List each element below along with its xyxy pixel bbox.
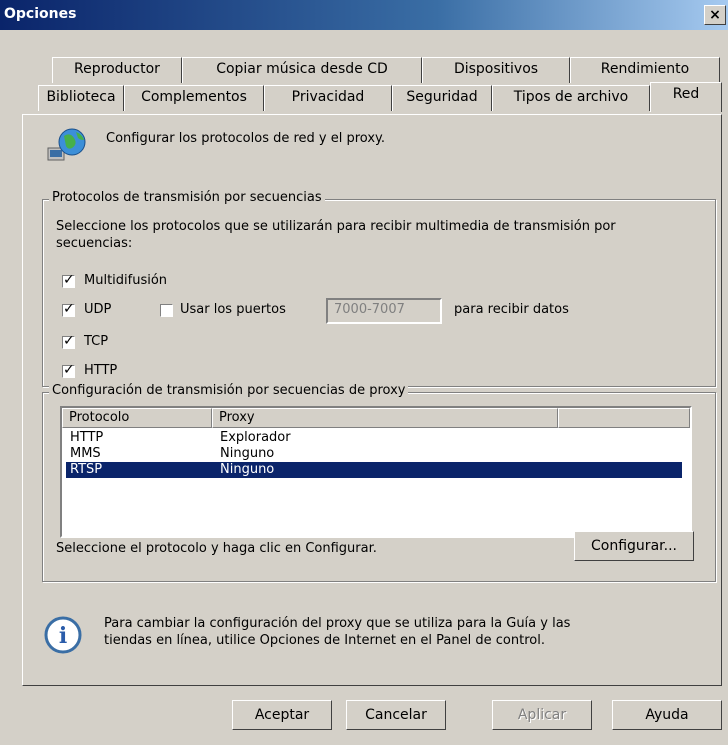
row-protocol: HTTP: [70, 430, 104, 445]
column-header-proxy[interactable]: Proxy: [212, 408, 558, 428]
streaming-description: Seleccione los protocolos que se utiliza…: [56, 219, 616, 251]
tab-complementos[interactable]: Complementos: [124, 85, 264, 111]
check-icon: ✓: [63, 333, 75, 349]
tab-label: Rendimiento: [600, 61, 690, 77]
info-icon: i: [44, 616, 82, 654]
tab-label: Complementos: [141, 89, 247, 105]
ports-input[interactable]: 7000-7007: [326, 298, 442, 324]
title-bar[interactable]: Opciones ×: [0, 0, 728, 30]
tab-tipos-de-archivo[interactable]: Tipos de archivo: [492, 85, 650, 111]
close-button[interactable]: ×: [704, 5, 726, 25]
tab-label: Seguridad: [406, 89, 478, 105]
tab-label: Copiar música desde CD: [216, 61, 388, 77]
tab-biblioteca[interactable]: Biblioteca: [38, 85, 124, 111]
window-title: Opciones: [4, 6, 77, 22]
streaming-legend: Protocolos de transmisión por secuencias: [49, 190, 325, 205]
tab-label: Biblioteca: [46, 89, 116, 105]
tab-copiar-musica[interactable]: Copiar música desde CD: [182, 57, 422, 83]
tab-rendimiento[interactable]: Rendimiento: [570, 57, 720, 83]
use-ports-checkbox[interactable]: [160, 304, 173, 317]
udp-checkbox[interactable]: ✓: [62, 301, 75, 317]
tab-privacidad[interactable]: Privacidad: [264, 85, 392, 111]
close-icon: ×: [709, 7, 721, 23]
list-row-mms[interactable]: MMS Ninguno: [66, 446, 682, 462]
proxy-hint: Seleccione el protocolo y haga clic en C…: [56, 541, 377, 556]
tab-label: Dispositivos: [453, 61, 539, 77]
tab-dispositivos[interactable]: Dispositivos: [422, 57, 570, 83]
tab-red[interactable]: Red: [650, 82, 722, 112]
ok-button[interactable]: Aceptar: [232, 700, 332, 730]
configure-button[interactable]: Configurar...: [574, 531, 694, 561]
list-row-http[interactable]: HTTP Explorador: [66, 430, 682, 446]
multidifusion-label: Multidifusión: [84, 273, 168, 288]
info-text: Para cambiar la configuración del proxy …: [104, 616, 571, 648]
tab-label: Red: [672, 86, 700, 102]
udp-label: UDP: [84, 302, 112, 317]
tab-label: Reproductor: [74, 61, 160, 77]
row-protocol: RTSP: [70, 462, 103, 477]
tcp-label: TCP: [84, 334, 109, 349]
apply-button[interactable]: Aplicar: [492, 700, 592, 730]
row-protocol: MMS: [70, 446, 101, 461]
info-glyph: i: [59, 623, 67, 649]
cancel-button[interactable]: Cancelar: [346, 700, 446, 730]
network-globe-icon: [47, 128, 86, 161]
check-icon: ✓: [63, 272, 75, 288]
header-text: Configurar los protocolos de red y el pr…: [106, 131, 386, 146]
check-icon: ✓: [63, 301, 75, 317]
tab-reproductor[interactable]: Reproductor: [52, 57, 182, 83]
help-button[interactable]: Ayuda: [612, 700, 722, 730]
column-header-empty: [558, 408, 690, 428]
multidifusion-checkbox[interactable]: ✓: [62, 272, 75, 288]
tab-label: Privacidad: [291, 89, 365, 105]
proxy-list[interactable]: Protocolo Proxy HTTP Explorador MMS Ning…: [60, 406, 692, 538]
row-proxy: Ninguno: [220, 462, 275, 477]
row-proxy: Explorador: [220, 430, 291, 445]
list-row-rtsp[interactable]: RTSP Ninguno: [65, 461, 683, 479]
row-proxy: Ninguno: [220, 446, 275, 461]
tab-seguridad[interactable]: Seguridad: [392, 85, 492, 111]
http-checkbox[interactable]: ✓: [62, 362, 75, 378]
http-label: HTTP: [84, 363, 118, 378]
tcp-checkbox[interactable]: ✓: [62, 333, 75, 349]
use-ports-label: Usar los puertos: [180, 302, 286, 317]
column-header-protocolo[interactable]: Protocolo: [62, 408, 212, 428]
ports-suffix-label: para recibir datos: [454, 302, 569, 317]
check-icon: ✓: [63, 362, 75, 378]
proxy-legend: Configuración de transmisión por secuenc…: [49, 383, 409, 398]
tab-label: Tipos de archivo: [513, 89, 629, 105]
